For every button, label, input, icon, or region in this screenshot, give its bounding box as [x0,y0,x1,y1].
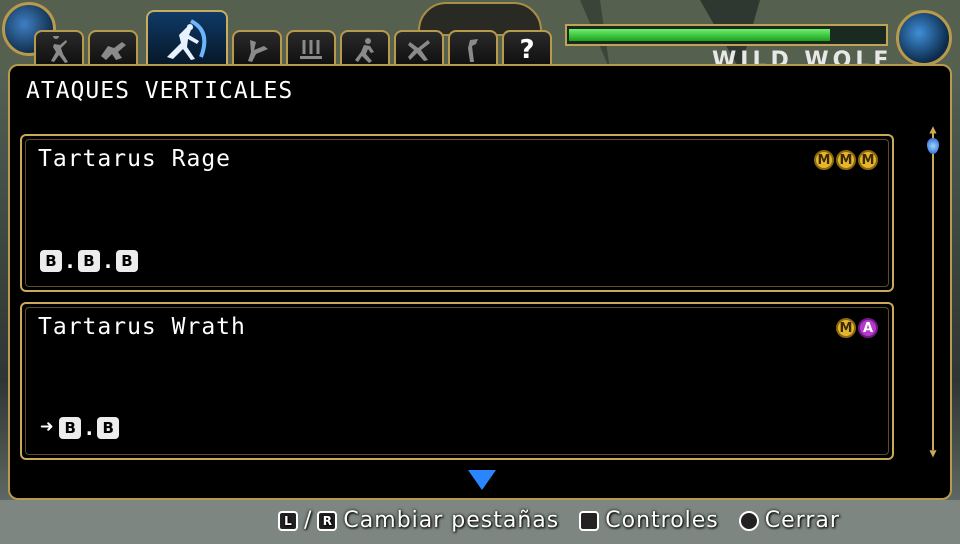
throw-icon [101,42,126,60]
move-card[interactable]: Tartarus Rage M M M B . B . B [20,134,894,292]
tag-mid-icon: M [836,150,856,170]
move-command: B . B . B [40,250,138,272]
command-separator: . [83,415,96,440]
move-tags: M A [836,318,878,338]
b-button-icon: B [116,250,138,272]
l-button-icon: L [278,510,298,531]
stand-icon [468,39,478,62]
tab-stand[interactable] [448,30,498,68]
tag-mid-icon: M [858,150,878,170]
tag-mid-icon: M [814,150,834,170]
scroll-track [932,132,934,450]
kick-icon [248,40,268,62]
hint-slash: / [304,508,312,533]
stance-icon [51,36,68,63]
b-button-icon: B [78,250,100,272]
scroll-thumb[interactable] [927,138,939,154]
square-button-icon [579,510,600,531]
tab-stance[interactable] [34,30,84,68]
enemy-health-fill [569,29,830,41]
tab-vertical-attacks[interactable] [146,10,228,68]
button-hints: L / R Cambiar pestañas Controles Cerrar [278,508,854,533]
controls-label[interactable]: Controles [605,508,719,533]
tab-special[interactable] [394,30,444,68]
tab-kicks[interactable] [232,30,282,68]
scroll-down-icon[interactable]: ▼ [926,447,940,459]
circle-button-icon [738,510,759,531]
close-label[interactable]: Cerrar [765,508,840,533]
tab-help[interactable]: ? [502,30,552,68]
change-tabs-label[interactable]: Cambiar pestañas [343,508,559,533]
r-button-icon: R [317,510,338,531]
move-list-panel: ATAQUES VERTICALES Tartarus Rage M M M B… [8,64,952,500]
help-icon: ? [519,35,535,65]
enemy-health-bar [565,24,888,46]
tag-attack-icon: A [858,318,878,338]
move-card[interactable]: Tartarus Wrath M A ➜ B . B [20,302,894,460]
tab-down-attacks[interactable] [286,30,336,68]
down-attack-icon [300,40,322,59]
command-separator: . [102,249,115,273]
tab-run[interactable] [340,30,390,68]
special-icon [408,40,430,61]
panel-title: ATAQUES VERTICALES [26,78,294,104]
move-name: Tartarus Rage [38,146,232,172]
b-button-icon: B [40,250,62,272]
more-below-arrow-icon[interactable] [468,470,496,490]
move-tags: M M M [814,150,878,170]
move-command: ➜ B . B [40,415,120,440]
enemy-orb-icon [896,10,952,66]
forward-arrow-icon: ➜ [40,415,54,440]
tab-throw[interactable] [88,30,138,68]
b-button-icon: B [97,416,120,439]
run-icon [355,38,374,63]
tag-mid-icon: M [836,318,856,338]
command-separator: . [64,249,77,273]
vertical-attack-icon [167,19,207,60]
scrollbar[interactable]: ▲ ▼ [926,123,940,459]
b-button-icon: B [59,416,82,439]
move-name: Tartarus Wrath [38,314,246,340]
